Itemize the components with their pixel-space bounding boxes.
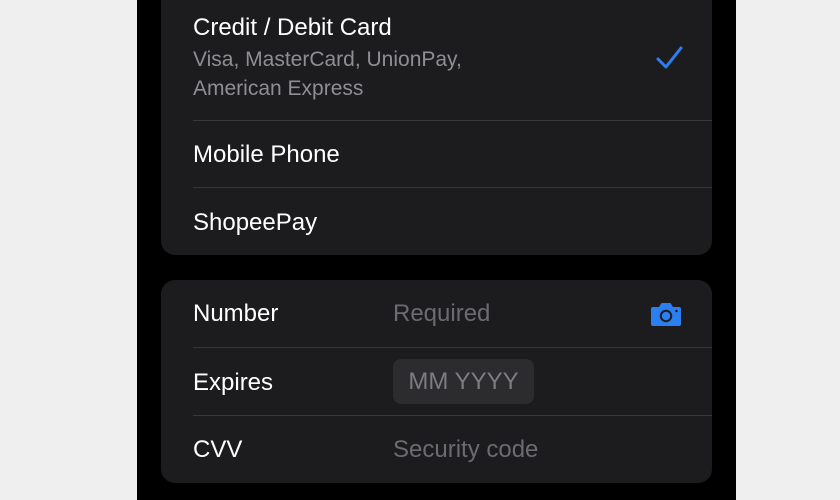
payment-method-list: Credit / Debit Card Visa, MasterCard, Un… bbox=[161, 0, 712, 255]
cvv-row: CVV Security code bbox=[161, 416, 712, 483]
payment-method-title: Credit / Debit Card bbox=[193, 14, 392, 41]
payment-method-title: Mobile Phone bbox=[193, 141, 340, 168]
expires-label: Expires bbox=[193, 369, 274, 396]
payment-method-credit-card[interactable]: Credit / Debit Card Visa, MasterCard, Un… bbox=[161, 0, 712, 120]
expires-row: Expires MM YYYY bbox=[161, 348, 712, 415]
number-label: Number bbox=[193, 300, 279, 327]
card-details-form: Number Required Expires MM YYYY CVV Secu… bbox=[161, 280, 712, 483]
payment-method-shopeepay[interactable]: ShopeePay bbox=[161, 188, 712, 255]
payment-screen: Credit / Debit Card Visa, MasterCard, Un… bbox=[137, 0, 736, 500]
expiry-date-picker[interactable]: MM YYYY bbox=[393, 359, 534, 404]
cvv-input[interactable]: Security code bbox=[393, 436, 538, 464]
payment-method-title: ShopeePay bbox=[193, 209, 318, 236]
cvv-label: CVV bbox=[193, 436, 243, 463]
number-input[interactable]: Required bbox=[393, 300, 490, 328]
number-row: Number Required bbox=[161, 280, 712, 347]
payment-method-subtitle: Visa, MasterCard, UnionPay, American Exp… bbox=[193, 48, 462, 100]
checkmark-icon bbox=[656, 46, 683, 69]
payment-method-mobile-phone[interactable]: Mobile Phone bbox=[161, 121, 712, 187]
camera-icon[interactable] bbox=[650, 301, 682, 327]
